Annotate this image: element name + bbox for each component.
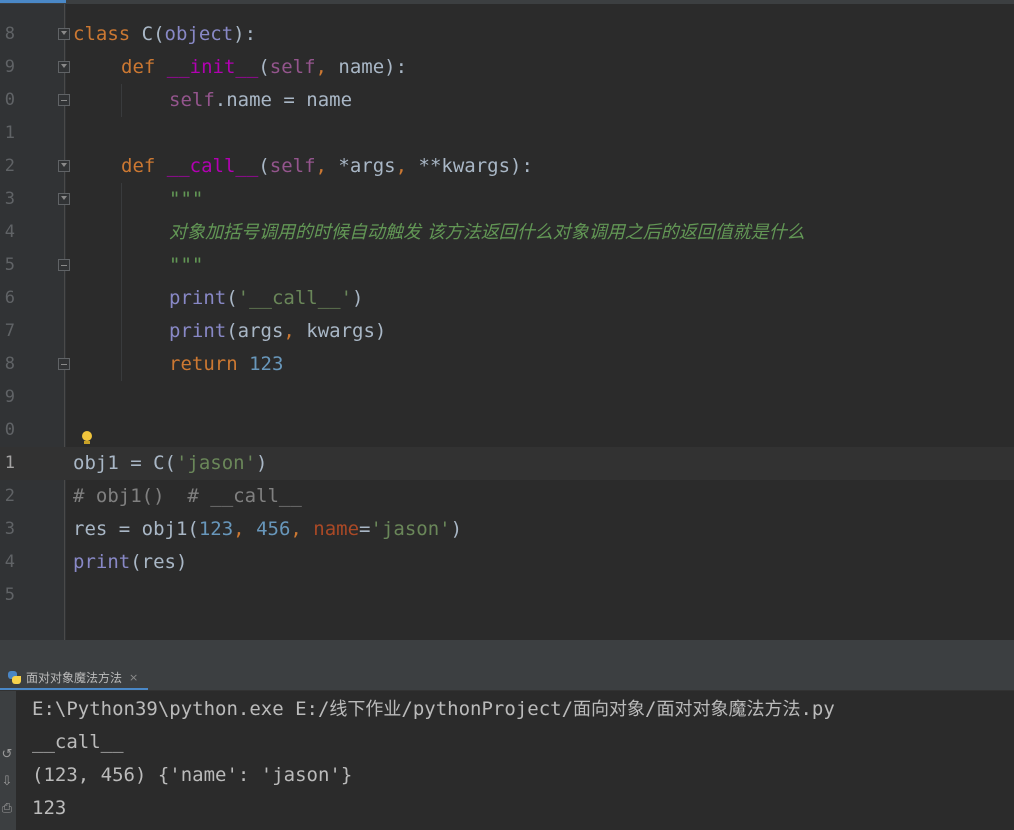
- fold-marker-icon[interactable]: [58, 160, 70, 172]
- console-command-line: E:\Python39\python.exe E:/线下作业/pythonPro…: [32, 698, 835, 720]
- line-number: 2: [4, 156, 15, 176]
- lightbulb-icon[interactable]: [81, 431, 93, 445]
- code-line[interactable]: 1: [0, 117, 1014, 150]
- code-text: print(args, kwargs): [169, 320, 387, 342]
- line-number: 3: [4, 189, 15, 209]
- console-output-line: (123, 456) {'name': 'jason'}: [32, 764, 353, 786]
- line-number: 9: [4, 57, 15, 77]
- python-file-icon: [8, 671, 21, 684]
- code-text: res = obj1(123, 456, name='jason'): [73, 518, 463, 540]
- code-line[interactable]: 4 对象加括号调用的时候自动触发 该方法返回什么对象调用之后的返回值就是什么: [0, 216, 1014, 249]
- scroll-to-end-icon[interactable]: ⇩: [0, 774, 14, 789]
- code-text: print(res): [73, 551, 188, 573]
- code-text: def __call__(self, *args, **kwargs):: [121, 155, 533, 177]
- line-number: 2: [4, 486, 15, 506]
- code-text: class C(object):: [73, 23, 257, 45]
- code-line[interactable]: 2 # obj1() # __call__: [0, 480, 1014, 513]
- docstring-close: """: [169, 254, 204, 276]
- line-number: 3: [4, 519, 15, 539]
- run-console[interactable]: ↺ ⇩ ⎙ E:\Python39\python.exe E:/线下作业/pyt…: [0, 691, 1014, 830]
- console-output-line: 123: [32, 797, 67, 819]
- code-line[interactable]: 5: [0, 579, 1014, 612]
- code-text: self.name = name: [169, 89, 353, 111]
- console-toolbar: ↺ ⇩ ⎙: [0, 691, 16, 830]
- code-editor[interactable]: 8 class C(object): 9 def __init__(self, …: [0, 0, 1014, 640]
- code-line[interactable]: 6 print('__call__'): [0, 282, 1014, 315]
- fold-marker-icon[interactable]: [58, 358, 70, 370]
- line-number: 0: [4, 90, 15, 110]
- fold-marker-icon[interactable]: [58, 193, 70, 205]
- line-number: 5: [4, 255, 15, 275]
- code-line[interactable]: 3 """: [0, 183, 1014, 216]
- line-number: 7: [4, 321, 15, 341]
- code-text: return 123: [169, 353, 284, 375]
- code-line[interactable]: 8 class C(object):: [0, 18, 1014, 51]
- docstring-text: 对象加括号调用的时候自动触发 该方法返回什么对象调用之后的返回值就是什么: [169, 222, 805, 243]
- code-line[interactable]: 2 def __call__(self, *args, **kwargs):: [0, 150, 1014, 183]
- run-tool-window-tabbar: 面对对象魔法方法 ×: [0, 666, 1014, 691]
- line-number: 4: [4, 222, 15, 242]
- code-text: obj1 = C('jason'): [73, 452, 268, 474]
- code-line[interactable]: 0 self.name = name: [0, 84, 1014, 117]
- code-line[interactable]: 3 res = obj1(123, 456, name='jason'): [0, 513, 1014, 546]
- panel-divider[interactable]: [0, 640, 1014, 666]
- editor-tab-strip: [0, 0, 1014, 4]
- code-line[interactable]: 8 return 123: [0, 348, 1014, 381]
- code-text: def __init__(self, name):: [121, 56, 408, 78]
- line-number: 1: [4, 123, 15, 143]
- code-line-current[interactable]: 1 obj1 = C('jason'): [0, 447, 1014, 480]
- fold-marker-icon[interactable]: [58, 61, 70, 73]
- active-tab-indicator: [0, 0, 66, 3]
- code-line[interactable]: 0: [0, 414, 1014, 447]
- line-number: 8: [4, 354, 15, 374]
- run-tab[interactable]: 面对对象魔法方法 ×: [0, 666, 148, 690]
- rerun-icon[interactable]: ↺: [0, 747, 14, 762]
- code-line[interactable]: 9: [0, 381, 1014, 414]
- comment-text: # obj1() # __call__: [73, 485, 302, 507]
- fold-marker-icon[interactable]: [58, 28, 70, 40]
- docstring-open: """: [169, 188, 204, 210]
- close-icon[interactable]: ×: [129, 666, 138, 690]
- line-number: 4: [4, 552, 15, 572]
- fold-marker-icon[interactable]: [58, 94, 70, 106]
- code-text: print('__call__'): [169, 287, 364, 309]
- code-line[interactable]: 9 def __init__(self, name):: [0, 51, 1014, 84]
- line-number: 6: [4, 288, 15, 308]
- fold-marker-icon[interactable]: [58, 259, 70, 271]
- line-number: 8: [4, 24, 15, 44]
- run-tab-label: 面对对象魔法方法: [26, 671, 123, 685]
- line-number: 9: [4, 387, 15, 407]
- line-number: 1: [4, 453, 15, 473]
- print-icon[interactable]: ⎙: [0, 801, 14, 816]
- code-line[interactable]: 5 """: [0, 249, 1014, 282]
- line-number: 0: [4, 420, 15, 440]
- console-output-line: __call__: [32, 731, 124, 753]
- code-line[interactable]: 7 print(args, kwargs): [0, 315, 1014, 348]
- code-line[interactable]: 4 print(res): [0, 546, 1014, 579]
- line-number: 5: [4, 585, 15, 605]
